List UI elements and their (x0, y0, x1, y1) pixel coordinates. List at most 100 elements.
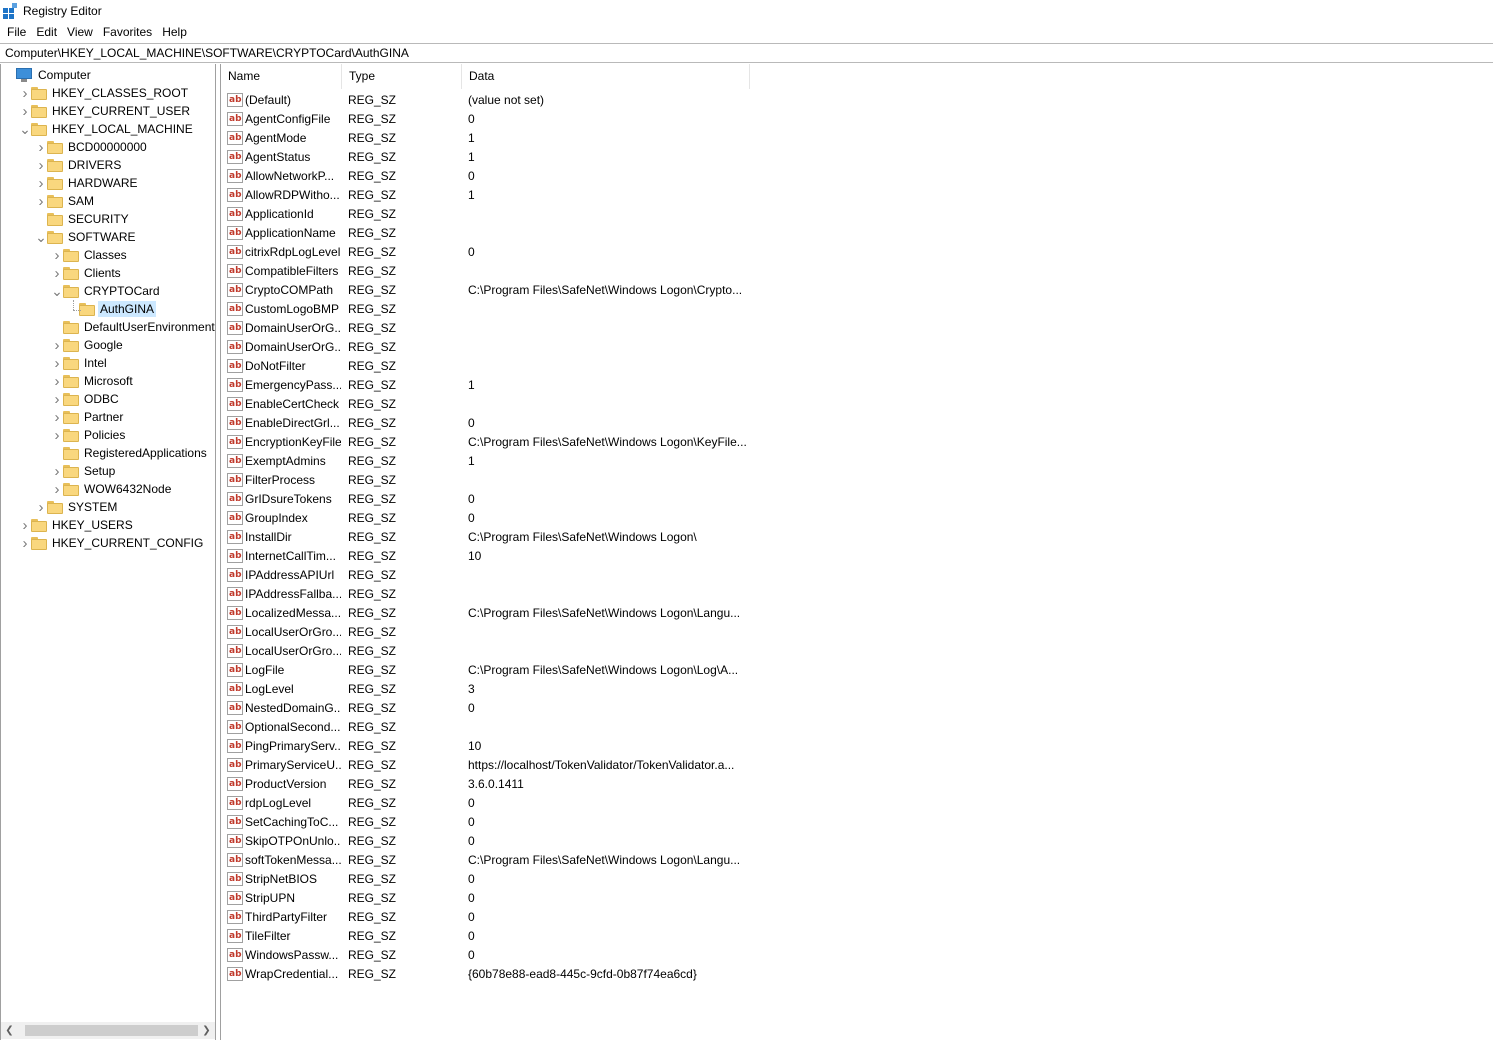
value-row[interactable]: ab AgentStatus REG_SZ 1 (221, 147, 751, 166)
value-row[interactable]: ab ExemptAdmins REG_SZ 1 (221, 451, 751, 470)
value-row[interactable]: ab rdpLogLevel REG_SZ 0 (221, 793, 751, 812)
chevron-right-icon[interactable]: › (51, 462, 63, 480)
value-row[interactable]: ab TileFilter REG_SZ 0 (221, 926, 751, 945)
value-row[interactable]: ab SkipOTPOnUnlo... REG_SZ 0 (221, 831, 751, 850)
address-bar[interactable]: Computer\HKEY_LOCAL_MACHINE\SOFTWARE\CRY… (0, 43, 1493, 63)
value-row[interactable]: ab InternetCallTim... REG_SZ 10 (221, 546, 751, 565)
tree-node[interactable]: › ODBC (51, 390, 121, 408)
chevron-right-icon[interactable]: › (51, 426, 63, 444)
chevron-right-icon[interactable]: › (51, 480, 63, 498)
tree-node[interactable]: › BCD00000000 (35, 138, 149, 156)
tree-node[interactable]: › HKEY_CLASSES_ROOT (19, 84, 190, 102)
chevron-down-icon[interactable]: ⌄ (51, 282, 63, 300)
chevron-right-icon[interactable]: › (51, 408, 63, 426)
tree-node[interactable]: › HARDWARE (35, 174, 140, 192)
value-row[interactable]: ab DomainUserOrG... REG_SZ (221, 337, 751, 356)
value-row[interactable]: ab InstallDir REG_SZ C:\Program Files\SafeN… (221, 527, 751, 546)
column-header-name[interactable]: Name (221, 64, 342, 89)
chevron-right-icon[interactable]: › (51, 354, 63, 372)
tree-node[interactable]: › WOW6432Node (51, 480, 173, 498)
tree-node[interactable]: › Policies (51, 426, 127, 444)
chevron-right-icon[interactable]: › (35, 156, 47, 174)
value-row[interactable]: ab EnableCertCheck REG_SZ (221, 394, 751, 413)
tree-node[interactable]: › HKEY_CURRENT_CONFIG (19, 534, 205, 552)
chevron-right-icon[interactable]: › (51, 246, 63, 264)
menu-file[interactable]: File (2, 23, 31, 42)
tree-node[interactable]: AuthGINA (67, 300, 157, 318)
value-row[interactable]: ab DoNotFilter REG_SZ (221, 356, 751, 375)
tree-node[interactable]: › DRIVERS (35, 156, 123, 174)
chevron-right-icon[interactable]: › (19, 84, 31, 102)
key-tree-pane[interactable]: ⌄Computer›HKEY_CLASSES_ROOT›HKEY_CURRENT… (0, 64, 216, 1040)
column-header-data[interactable]: Data (462, 64, 750, 89)
menu-view[interactable]: View (62, 23, 98, 42)
chevron-right-icon[interactable]: › (51, 336, 63, 354)
value-row[interactable]: ab EmergencyPass... REG_SZ 1 (221, 375, 751, 394)
tree-node[interactable]: › Setup (51, 462, 117, 480)
value-row[interactable]: ab AllowNetworkP... REG_SZ 0 (221, 166, 751, 185)
tree-node[interactable]: SECURITY (35, 210, 131, 228)
value-row[interactable]: ab EnableDirectGrl... REG_SZ 0 (221, 413, 751, 432)
tree-node[interactable]: › HKEY_USERS (19, 516, 135, 534)
value-row[interactable]: ab EncryptionKeyFile REG_SZ C:\Program File… (221, 432, 751, 451)
value-row[interactable]: ab IPAddressAPIUrl REG_SZ (221, 565, 751, 584)
chevron-right-icon[interactable]: › (35, 174, 47, 192)
value-row[interactable]: ab LocalUserOrGro... REG_SZ (221, 622, 751, 641)
tree-node[interactable]: › Classes (51, 246, 129, 264)
value-row[interactable]: ab LocalUserOrGro... REG_SZ (221, 641, 751, 660)
value-row[interactable]: ab OptionalSecond... REG_SZ (221, 717, 751, 736)
column-header-type[interactable]: Type (342, 64, 462, 89)
value-row[interactable]: ab AgentMode REG_SZ 1 (221, 128, 751, 147)
scroll-right-icon[interactable]: ❯ (198, 1022, 215, 1039)
tree-node[interactable]: ⌄Computer (3, 66, 93, 84)
value-row[interactable]: ab FilterProcess REG_SZ (221, 470, 751, 489)
value-row[interactable]: ab ApplicationId REG_SZ (221, 204, 751, 223)
value-row[interactable]: ab PrimaryServiceU... REG_SZ https://localh… (221, 755, 751, 774)
tree-node[interactable]: ⌄ SOFTWARE (35, 228, 138, 246)
value-row[interactable]: ab NestedDomainG... REG_SZ 0 (221, 698, 751, 717)
value-row[interactable]: ab GroupIndex REG_SZ 0 (221, 508, 751, 527)
menu-help[interactable]: Help (157, 23, 192, 42)
value-row[interactable]: ab GrIDsureTokens REG_SZ 0 (221, 489, 751, 508)
chevron-right-icon[interactable]: › (35, 498, 47, 516)
value-row[interactable]: ab CustomLogoBMP REG_SZ (221, 299, 751, 318)
value-row[interactable]: ab WrapCredential... REG_SZ {60b78e88-ead8-… (221, 964, 751, 983)
tree-node[interactable]: › Microsoft (51, 372, 135, 390)
value-row[interactable]: ab ThirdPartyFilter REG_SZ 0 (221, 907, 751, 926)
value-row[interactable]: ab WindowsPassw... REG_SZ 0 (221, 945, 751, 964)
value-row[interactable]: ab AllowRDPWitho... REG_SZ 1 (221, 185, 751, 204)
chevron-right-icon[interactable]: › (51, 372, 63, 390)
tree-node[interactable]: › Google (51, 336, 125, 354)
tree-node[interactable]: DefaultUserEnvironment (51, 318, 215, 336)
tree-node[interactable]: ⌄ HKEY_LOCAL_MACHINE (19, 120, 195, 138)
value-row[interactable]: ab LocalizedMessa... REG_SZ C:\Program File… (221, 603, 751, 622)
chevron-down-icon[interactable]: ⌄ (35, 228, 47, 246)
value-row[interactable]: ab LogFile REG_SZ C:\Program Files\SafeNet\… (221, 660, 751, 679)
chevron-right-icon[interactable]: › (51, 264, 63, 282)
tree-horizontal-scrollbar[interactable]: ❮ ❯ (1, 1022, 215, 1039)
value-row[interactable]: ab IPAddressFallba... REG_SZ (221, 584, 751, 603)
value-list-pane[interactable]: Name Type Data ab (Default) REG_SZ (value n… (220, 64, 1493, 1040)
value-row[interactable]: ab StripNetBIOS REG_SZ 0 (221, 869, 751, 888)
value-row[interactable]: ab softTokenMessa... REG_SZ C:\Program File… (221, 850, 751, 869)
value-row[interactable]: ab LogLevel REG_SZ 3 (221, 679, 751, 698)
scroll-left-icon[interactable]: ❮ (1, 1022, 18, 1039)
chevron-right-icon[interactable]: › (19, 516, 31, 534)
value-row[interactable]: ab (Default) REG_SZ (value not set) (221, 90, 751, 109)
value-row[interactable]: ab SetCachingToC... REG_SZ 0 (221, 812, 751, 831)
menu-edit[interactable]: Edit (31, 23, 62, 42)
chevron-right-icon[interactable]: › (19, 102, 31, 120)
tree-node[interactable]: › HKEY_CURRENT_USER (19, 102, 192, 120)
chevron-right-icon[interactable]: › (19, 534, 31, 552)
tree-node[interactable]: › SAM (35, 192, 96, 210)
chevron-right-icon[interactable]: › (35, 138, 47, 156)
tree-node[interactable]: › Clients (51, 264, 123, 282)
tree-node[interactable]: › SYSTEM (35, 498, 119, 516)
tree-node[interactable]: ⌄ CRYPTOCard (51, 282, 162, 300)
value-row[interactable]: ab CompatibleFilters REG_SZ (221, 261, 751, 280)
value-row[interactable]: ab DomainUserOrG... REG_SZ (221, 318, 751, 337)
scroll-thumb[interactable] (25, 1025, 198, 1036)
chevron-right-icon[interactable]: › (51, 390, 63, 408)
value-row[interactable]: ab ApplicationName REG_SZ (221, 223, 751, 242)
chevron-down-icon[interactable]: ⌄ (19, 120, 31, 138)
